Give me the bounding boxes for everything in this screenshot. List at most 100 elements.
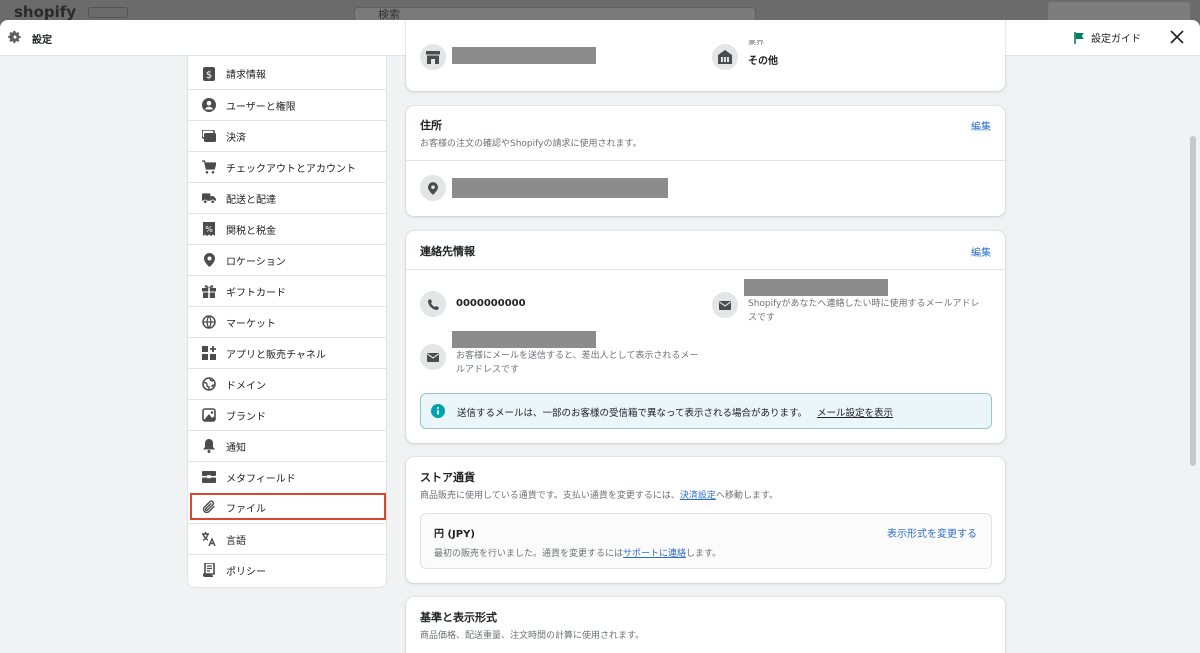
paperclip-icon	[202, 500, 216, 514]
sidebar-item-label: マーケット	[226, 318, 276, 330]
store-currency-card: ストア通貨 商品販売に使用している通貨です。支払い通貨を変更するには、決済設定へ…	[406, 457, 1005, 583]
sidebar-item-markets[interactable]: マーケット	[188, 306, 386, 337]
background-store-menu	[1048, 2, 1190, 22]
store-details-card: 業界 その他	[406, 20, 1005, 91]
sidebar-item-locations[interactable]: ロケーション	[188, 244, 386, 275]
email-info-banner: 送信するメールは、一部のお客様の受信箱で異なって表示される場合があります。 メー…	[420, 393, 992, 429]
sidebar-item-label: ギフトカード	[226, 287, 286, 299]
truck-icon	[202, 191, 216, 205]
sidebar-item-shipping[interactable]: 配送と配達	[188, 182, 386, 213]
sidebar-item-billing[interactable]: $ 請求情報	[188, 58, 386, 89]
page-title: 設定	[32, 35, 52, 46]
store-icon	[420, 44, 446, 70]
shopify-logo: shopify	[14, 3, 77, 21]
scrollbar[interactable]	[1190, 136, 1196, 466]
standards-formats-card: 基準と表示形式 商品価格、配送重量、注文時間の計算に使用されます。	[406, 597, 1005, 653]
svg-text:$: $	[206, 70, 212, 81]
sidebar-item-policies[interactable]: ポリシー	[188, 554, 386, 585]
cart-icon	[202, 160, 216, 174]
address-title: 住所	[420, 119, 442, 132]
divider	[406, 269, 1005, 270]
contact-edit-link[interactable]: 編集	[971, 244, 991, 259]
settings-modal: 設定 設定ガイド $ 請求情報 ユーザーと権限 決済 チェックアウトとアカウント…	[0, 20, 1200, 653]
sidebar-item-notifications[interactable]: 通知	[188, 430, 386, 461]
contact-support-link[interactable]: サポートに連絡	[623, 549, 686, 559]
sidebar-item-label: ポリシー	[226, 566, 266, 578]
brand-icon	[202, 408, 216, 422]
sidebar-item-metafields[interactable]: メタフィールド	[188, 461, 386, 492]
location-icon	[202, 253, 216, 267]
industry-value: その他	[748, 56, 778, 67]
policy-icon	[202, 563, 216, 577]
shopify-email-note: Shopifyがあなたへ連絡したい時に使用するメールアドレスです	[748, 299, 980, 323]
sidebar-item-files[interactable]: ファイル	[190, 493, 386, 520]
contact-info-card: 連絡先情報 編集 0000000000 Shopifyがあなたへ連絡したい時に使…	[406, 231, 1005, 443]
sidebar-item-label: 請求情報	[226, 70, 266, 81]
address-edit-link[interactable]: 編集	[971, 118, 991, 133]
sidebar-item-payments[interactable]: 決済	[188, 120, 386, 151]
svg-text:%: %	[205, 225, 213, 234]
flag-icon	[1074, 31, 1084, 44]
currency-note-text-end: します。	[686, 549, 722, 559]
sidebar-item-gift-cards[interactable]: ギフトカード	[188, 275, 386, 306]
contact-title: 連絡先情報	[420, 245, 475, 258]
phone-number: 0000000000	[456, 298, 526, 309]
redacted-store-name	[452, 47, 596, 64]
email-icon	[420, 344, 446, 370]
sidebar-item-label: チェックアウトとアカウント	[226, 163, 356, 175]
sidebar-item-label: ブランド	[226, 411, 266, 423]
standards-title: 基準と表示形式	[420, 611, 497, 624]
apps-icon	[202, 346, 216, 360]
sidebar-item-label: 通知	[226, 442, 246, 454]
currency-value: 円 (JPY)	[434, 529, 475, 540]
location-pin-icon	[420, 175, 446, 201]
sidebar-item-domains[interactable]: ドメイン	[188, 368, 386, 399]
payment-settings-link[interactable]: 決済設定	[680, 491, 716, 501]
standards-subtitle: 商品価格、配送重量、注文時間の計算に使用されます。	[420, 631, 645, 641]
background-app-bar: shopify 検索	[0, 0, 1200, 22]
language-icon	[202, 532, 216, 546]
currency-note: 最初の販売を行いました。通貨を変更するにはサポートに連絡します。	[434, 546, 721, 559]
currency-box: 円 (JPY) 表示形式を変更する 最初の販売を行いました。通貨を変更するにはサ…	[420, 513, 992, 569]
gear-icon	[8, 30, 21, 44]
banner-text: 送信するメールは、一部のお客様の受信箱で異なって表示される場合があります。	[457, 408, 808, 419]
sidebar-item-label: 決済	[226, 132, 246, 144]
sender-email-note: お客様にメールを送信すると、差出人として表示されるメールアドレスです	[456, 351, 699, 375]
address-card: 住所 お客様の注文の確認やShopifyの請求に使用されます。 編集	[406, 106, 1005, 216]
sidebar-item-apps[interactable]: アプリと販売チャネル	[188, 337, 386, 368]
redacted-sender-email	[452, 331, 596, 348]
sidebar-item-taxes[interactable]: % 関税と税金	[188, 213, 386, 244]
settings-sidebar: $ 請求情報 ユーザーと権限 決済 チェックアウトとアカウント 配送と配達 % …	[187, 56, 387, 588]
sidebar-item-brand[interactable]: ブランド	[188, 399, 386, 430]
sidebar-item-label: 関税と税金	[226, 225, 276, 237]
currency-note-text: 最初の販売を行いました。通貨を変更するには	[434, 549, 624, 559]
industry-icon	[712, 44, 738, 70]
sidebar-item-languages[interactable]: 言語	[188, 523, 386, 554]
gift-icon	[202, 284, 216, 298]
store-tag	[88, 7, 128, 18]
sidebar-item-label: ロケーション	[226, 256, 286, 268]
redacted-address	[452, 178, 668, 198]
sidebar-item-checkout[interactable]: チェックアウトとアカウント	[188, 151, 386, 182]
setup-guide-button[interactable]: 設定ガイド	[1074, 30, 1141, 45]
currency-title: ストア通貨	[420, 471, 475, 484]
redacted-shopify-email	[744, 279, 888, 296]
change-format-link[interactable]: 表示形式を変更する	[887, 525, 977, 540]
globe-icon	[202, 315, 216, 329]
sidebar-item-users[interactable]: ユーザーと権限	[188, 89, 386, 120]
sidebar-item-label: ドメイン	[226, 380, 266, 392]
industry-label: 業界	[748, 40, 764, 46]
billing-icon: $	[202, 66, 216, 81]
sidebar-item-label: メタフィールド	[226, 473, 296, 485]
setup-guide-label: 設定ガイド	[1091, 34, 1141, 45]
bell-icon	[202, 439, 216, 453]
divider	[406, 160, 1005, 161]
address-subtitle: お客様の注文の確認やShopifyの請求に使用されます。	[420, 139, 642, 149]
sidebar-item-label: 言語	[226, 535, 246, 547]
currency-subtitle: 商品販売に使用している通貨です。支払い通貨を変更するには、決済設定へ移動します。	[420, 488, 778, 501]
payment-icon	[202, 129, 216, 143]
email-settings-link[interactable]: メール設定を表示	[817, 405, 893, 419]
user-icon	[202, 98, 216, 112]
close-icon[interactable]	[1168, 28, 1186, 46]
sidebar-item-label: アプリと販売チャネル	[226, 349, 326, 361]
